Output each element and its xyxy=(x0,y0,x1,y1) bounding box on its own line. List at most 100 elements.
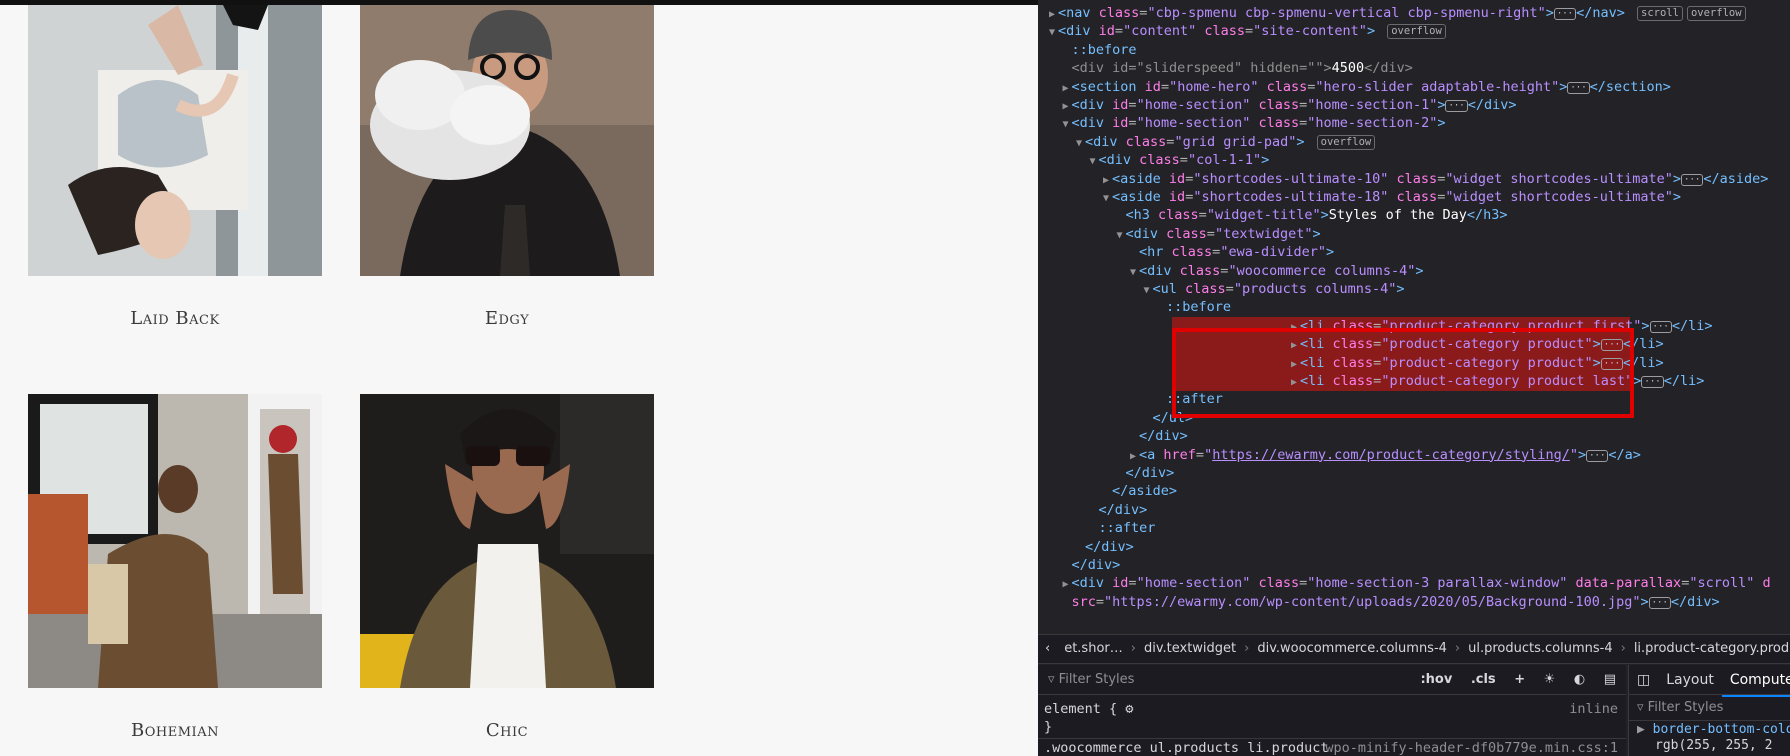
markup-node-code: <li class="product-category product firs… xyxy=(1300,317,1713,334)
markup-node[interactable]: ▼ <div class="col-1-1"> xyxy=(1038,151,1269,170)
markup-node[interactable]: </div> xyxy=(1038,538,1134,557)
breadcrumb-item[interactable]: div.woocommerce.columns-4 xyxy=(1250,635,1454,663)
markup-node-code: </div> xyxy=(1139,428,1188,445)
markup-node-code: </div> xyxy=(1085,538,1134,555)
markup-node-code: <div id="home-section" class="home-secti… xyxy=(1071,97,1517,113)
markup-node[interactable]: ▼ <div class="textwidget"> xyxy=(1038,225,1320,245)
sidebar-toggle-icon[interactable]: ◫ xyxy=(1629,665,1658,695)
collapse-arrow-icon[interactable]: ▼ xyxy=(1046,23,1058,42)
gear-icon[interactable]: ⚙ xyxy=(1125,701,1133,717)
markup-node[interactable]: ▶ <nav class="cbp-spmenu cbp-spmenu-verti… xyxy=(1038,4,1746,23)
expand-icon[interactable]: ▶ xyxy=(1637,722,1653,737)
product-title[interactable]: Laid Back xyxy=(28,308,322,329)
add-rule-icon[interactable]: + xyxy=(1514,672,1525,687)
expand-arrow-icon[interactable]: ▶ xyxy=(1288,336,1300,355)
expand-arrow-icon[interactable]: ▶ xyxy=(1060,79,1072,98)
computed-filter-input[interactable]: Filter Styles xyxy=(1648,700,1724,715)
markup-node[interactable]: ▶ <a href="https://ewarmy.com/product-cat… xyxy=(1038,446,1641,465)
markup-node-code: </aside> xyxy=(1112,483,1178,500)
tab-layout[interactable]: Layout xyxy=(1658,665,1722,695)
product-title[interactable]: Bohemian xyxy=(28,720,322,741)
markup-node[interactable]: ▼ <div class="grid grid-pad"> overflow xyxy=(1038,133,1376,153)
markup-node[interactable]: ▶ <li class="product-category product"> ··… xyxy=(1172,335,1664,355)
markup-node[interactable]: </div> xyxy=(1038,556,1121,575)
markup-node-code: <section id="home-hero" class="hero-slid… xyxy=(1071,78,1671,95)
collapse-arrow-icon[interactable]: ▼ xyxy=(1073,134,1085,153)
markup-node[interactable]: <div id="sliderspeed" hidden="">4500</di… xyxy=(1038,59,1413,78)
markup-node[interactable]: ▶ <section id="home-hero" class="hero-sli… xyxy=(1038,78,1671,98)
product-title[interactable]: Edgy xyxy=(360,308,654,329)
breadcrumb-back-arrow-icon[interactable]: ‹ xyxy=(1038,635,1057,663)
markup-node[interactable]: ▶ <aside id="shortcodes-ultimate-10" clas… xyxy=(1038,170,1768,189)
markup-node[interactable]: ::before xyxy=(1038,298,1231,317)
expand-arrow-icon[interactable]: ▶ xyxy=(1100,171,1112,190)
styles-filter-input[interactable]: Filter Styles xyxy=(1059,672,1135,687)
product-image-laid-back[interactable] xyxy=(28,5,322,299)
css-rule[interactable]: .woocommerce ul.products li.product wpo-… xyxy=(1038,738,1626,756)
product-image-chic[interactable] xyxy=(360,394,654,688)
filter-icon: ▿ xyxy=(1637,700,1648,715)
markup-node-code: <a href="https://ewarmy.com/product-cate… xyxy=(1139,446,1641,463)
collapse-arrow-icon[interactable]: ▼ xyxy=(1141,281,1153,300)
breadcrumb-item[interactable]: ul.products.columns-4 xyxy=(1461,635,1619,663)
collapse-arrow-icon[interactable]: ▼ xyxy=(1087,152,1099,171)
element-rule-selector: element { xyxy=(1044,701,1118,717)
product-image-edgy[interactable] xyxy=(360,5,654,299)
markup-node[interactable]: ▼ <div id="content" class="site-content">… xyxy=(1038,22,1446,41)
collapse-arrow-icon[interactable]: ▼ xyxy=(1100,189,1112,208)
computed-property[interactable]: ▶ border-bottom-colo xyxy=(1629,721,1790,738)
markup-tree[interactable]: ▶ <nav class="cbp-spmenu cbp-spmenu-verti… xyxy=(1038,0,1790,633)
expand-arrow-icon[interactable]: ▶ xyxy=(1288,318,1300,337)
markup-node-code: <div class="woocommerce columns-4"> xyxy=(1139,262,1424,279)
markup-node[interactable]: ▼ <aside id="shortcodes-ultimate-18" clas… xyxy=(1038,188,1681,207)
dark-theme-icon[interactable]: ◐ xyxy=(1574,672,1585,687)
markup-node-code: <div id="sliderspeed" hidden="">4500</di… xyxy=(1071,60,1413,77)
markup-node[interactable]: src="https://ewarmy.com/wp-content/uploa… xyxy=(1038,593,1720,612)
breadcrumb-item[interactable]: li.product-category.product.first xyxy=(1627,635,1790,663)
styles-toolbar: :hov .cls + ☀ ◐ ▤ xyxy=(1406,665,1616,695)
rule-selector: .woocommerce ul.products li.product xyxy=(1044,740,1329,756)
markup-node[interactable]: ▼ <div class="woocommerce columns-4"> xyxy=(1038,262,1424,281)
markup-node[interactable]: ::after xyxy=(1038,390,1223,409)
markup-node[interactable]: ▶ <li class="product-category product fir… xyxy=(1172,316,1712,337)
element-rule[interactable]: element { ⚙ inline xyxy=(1038,700,1626,718)
class-toggle[interactable]: .cls xyxy=(1471,672,1496,687)
expand-arrow-icon[interactable]: ▶ xyxy=(1288,373,1300,392)
breadcrumb-item[interactable]: div.textwidget xyxy=(1137,635,1243,663)
markup-node-code: </div> xyxy=(1098,501,1148,518)
markup-node[interactable]: ▶ <div id="home-section" class="home-sect… xyxy=(1038,96,1517,116)
markup-node[interactable]: </div> xyxy=(1038,427,1188,446)
markup-node-code: <aside id="shortcodes-ultimate-18" class… xyxy=(1112,189,1682,205)
rule-source-link[interactable]: wpo-minify-header-df0b779e.min.css:1 xyxy=(1325,739,1618,756)
markup-node[interactable]: ▼ <div id="home-section" class="home-sect… xyxy=(1038,114,1445,133)
markup-node[interactable]: ▶ <div id="home-section" class="home-sect… xyxy=(1038,574,1770,594)
collapse-arrow-icon[interactable]: ▼ xyxy=(1060,115,1072,134)
collapse-arrow-icon[interactable]: ▼ xyxy=(1114,226,1126,245)
markup-node[interactable]: <hr class="ewa-divider"> xyxy=(1038,243,1334,262)
light-theme-icon[interactable]: ☀ xyxy=(1544,672,1556,687)
product-image-bohemian[interactable] xyxy=(28,394,322,688)
markup-node[interactable]: ▶ <li class="product-category product las… xyxy=(1172,372,1704,392)
markup-node[interactable]: ::after xyxy=(1038,519,1156,538)
rule-close-brace: } xyxy=(1044,719,1053,735)
markup-node[interactable]: </aside> xyxy=(1038,482,1177,501)
expand-arrow-icon[interactable]: ▶ xyxy=(1060,575,1072,594)
hover-state-toggle[interactable]: :hov xyxy=(1420,672,1452,687)
breadcrumb-item[interactable]: et.shor… xyxy=(1057,635,1130,663)
expand-arrow-icon[interactable]: ▶ xyxy=(1060,97,1072,116)
markup-node[interactable]: <h3 class="widget-title">Styles of the D… xyxy=(1038,206,1508,225)
markup-node[interactable]: ▼ <ul class="products columns-4"> xyxy=(1038,280,1404,300)
tab-computed[interactable]: Computed xyxy=(1721,665,1790,697)
markup-node[interactable]: ::before xyxy=(1038,41,1137,60)
markup-node[interactable]: </ul> xyxy=(1038,409,1194,428)
expand-arrow-icon[interactable]: ▶ xyxy=(1288,355,1300,374)
expand-arrow-icon[interactable]: ▶ xyxy=(1046,5,1058,24)
markup-node[interactable]: </div> xyxy=(1038,464,1175,483)
markup-node-code: <nav class="cbp-spmenu cbp-spmenu-vertic… xyxy=(1058,5,1746,21)
product-title[interactable]: Chic xyxy=(360,720,654,741)
expand-arrow-icon[interactable]: ▶ xyxy=(1127,447,1139,466)
markup-node[interactable]: </div> xyxy=(1038,501,1148,520)
print-media-icon[interactable]: ▤ xyxy=(1604,672,1616,687)
markup-node[interactable]: ▶ <li class="product-category product"> ··… xyxy=(1172,353,1664,374)
collapse-arrow-icon[interactable]: ▼ xyxy=(1127,263,1139,282)
